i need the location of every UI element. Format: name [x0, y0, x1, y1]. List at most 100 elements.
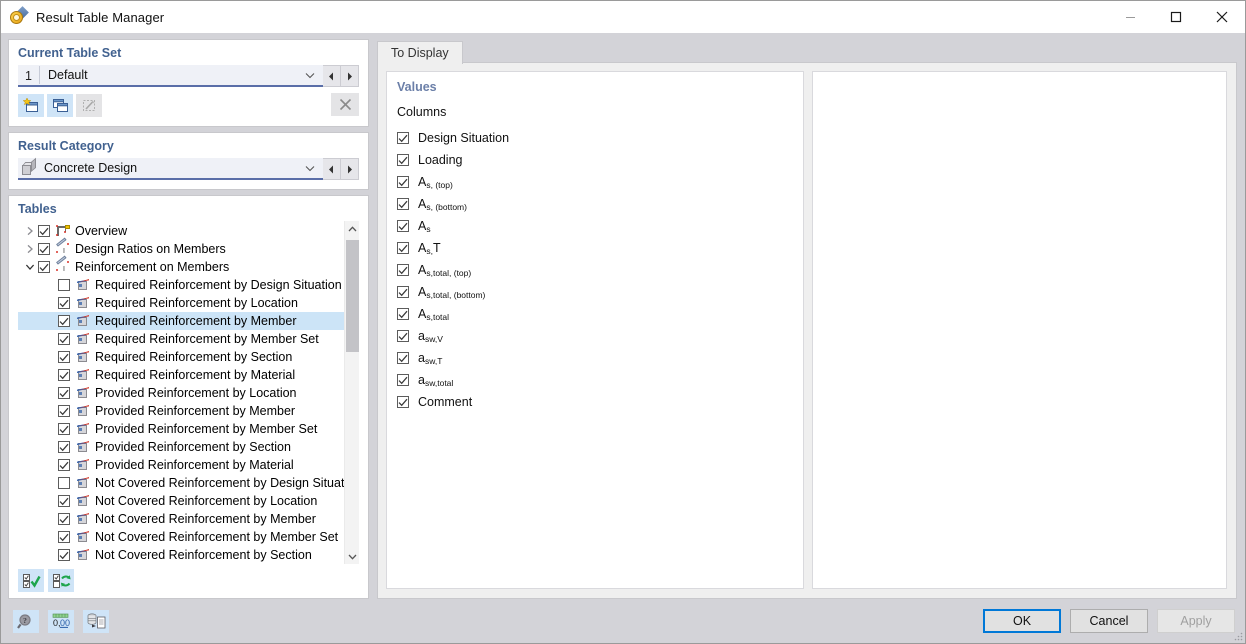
tables-tree[interactable]: OverviewIDesign Ratios on MembersIReinfo…	[18, 221, 344, 564]
table-item-checkbox[interactable]	[38, 225, 50, 237]
column-checkbox[interactable]	[397, 176, 409, 188]
table-tree-item[interactable]: Provided Reinforcement by Section	[18, 438, 344, 456]
table-tree-item[interactable]: Not Covered Reinforcement by Location	[18, 492, 344, 510]
column-checkbox-row[interactable]: As, (bottom)	[397, 193, 793, 215]
table-tree-item[interactable]: IDesign Ratios on Members	[18, 240, 344, 258]
table-set-prev-button[interactable]	[323, 65, 341, 87]
column-checkbox[interactable]	[397, 132, 409, 144]
table-item-checkbox[interactable]	[58, 279, 70, 291]
table-set-value: Default	[40, 68, 301, 82]
table-set-combo[interactable]: 1 Default	[18, 65, 323, 87]
number-format-button[interactable]: 0, 00	[48, 610, 74, 633]
table-tree-item[interactable]: Required Reinforcement by Member	[18, 312, 344, 330]
table-item-checkbox[interactable]	[58, 459, 70, 471]
column-checkbox[interactable]	[397, 308, 409, 320]
column-checkbox-row[interactable]: As,total	[397, 303, 793, 325]
column-checkbox-row[interactable]: As	[397, 215, 793, 237]
check-all-button[interactable]	[18, 569, 44, 592]
table-item-checkbox[interactable]	[58, 405, 70, 417]
scroll-up-button[interactable]	[345, 221, 360, 236]
result-category-next-button[interactable]	[341, 158, 359, 180]
column-checkbox-row[interactable]: As,total, (bottom)	[397, 281, 793, 303]
column-checkbox-row[interactable]: As, (top)	[397, 171, 793, 193]
table-item-checkbox[interactable]	[38, 261, 50, 273]
delete-table-set-button[interactable]	[331, 93, 359, 116]
table-item-checkbox[interactable]	[58, 531, 70, 543]
invert-selection-button[interactable]	[48, 569, 74, 592]
table-item-checkbox[interactable]	[58, 315, 70, 327]
column-checkbox[interactable]	[397, 198, 409, 210]
column-checkbox[interactable]	[397, 264, 409, 276]
minimize-button[interactable]	[1107, 1, 1153, 33]
table-item-checkbox[interactable]	[58, 387, 70, 399]
column-checkbox-row[interactable]: asw,V	[397, 325, 793, 347]
tree-expander[interactable]	[22, 226, 38, 236]
column-checkbox[interactable]	[397, 374, 409, 386]
checkmark-icon	[59, 353, 69, 362]
table-set-next-button[interactable]	[341, 65, 359, 87]
tables-scrollbar[interactable]	[344, 221, 359, 564]
table-item-checkbox[interactable]	[58, 333, 70, 345]
column-checkbox[interactable]	[397, 154, 409, 166]
column-checkbox-row[interactable]: asw,T	[397, 347, 793, 369]
new-table-set-button[interactable]	[18, 94, 44, 117]
table-item-checkbox[interactable]	[58, 441, 70, 453]
table-tree-item[interactable]: Required Reinforcement by Section	[18, 348, 344, 366]
table-tree-item[interactable]: Provided Reinforcement by Location	[18, 384, 344, 402]
table-tree-item[interactable]: Provided Reinforcement by Material	[18, 456, 344, 474]
column-checkbox[interactable]	[397, 352, 409, 364]
table-item-checkbox[interactable]	[58, 495, 70, 507]
column-checkbox[interactable]	[397, 220, 409, 232]
table-item-checkbox[interactable]	[58, 351, 70, 363]
table-tree-item[interactable]: Required Reinforcement by Design Situati…	[18, 276, 344, 294]
column-checkbox[interactable]	[397, 242, 409, 254]
maximize-button[interactable]	[1153, 1, 1199, 33]
table-tree-item[interactable]: Provided Reinforcement by Member Set	[18, 420, 344, 438]
column-checkbox-row[interactable]: Design Situation	[397, 127, 793, 149]
table-tree-item[interactable]: Overview	[18, 222, 344, 240]
table-tree-item[interactable]: IReinforcement on Members	[18, 258, 344, 276]
tree-expander[interactable]	[22, 263, 38, 271]
chevron-down-icon[interactable]	[301, 165, 319, 172]
table-tree-item[interactable]: Required Reinforcement by Member Set	[18, 330, 344, 348]
table-item-checkbox[interactable]	[58, 513, 70, 525]
table-tree-item[interactable]: Not Covered Reinforcement by Member	[18, 510, 344, 528]
table-item-checkbox[interactable]	[58, 477, 70, 489]
close-button[interactable]	[1199, 1, 1245, 33]
column-checkbox[interactable]	[397, 330, 409, 342]
checkmark-icon	[398, 266, 408, 275]
column-checkbox-row[interactable]: As,total, (top)	[397, 259, 793, 281]
table-tree-item[interactable]: Required Reinforcement by Location	[18, 294, 344, 312]
column-checkbox[interactable]	[397, 396, 409, 408]
scrollbar-track[interactable]	[345, 236, 360, 549]
cancel-button[interactable]: Cancel	[1070, 609, 1148, 633]
tab-to-display[interactable]: To Display	[377, 41, 463, 64]
table-tree-item[interactable]: Provided Reinforcement by Member	[18, 402, 344, 420]
ok-button[interactable]: OK	[983, 609, 1061, 633]
table-item-checkbox[interactable]	[58, 369, 70, 381]
result-category-prev-button[interactable]	[323, 158, 341, 180]
scrollbar-thumb[interactable]	[346, 240, 359, 352]
table-tree-item[interactable]: Not Covered Reinforcement by Member Set	[18, 528, 344, 546]
table-item-checkbox[interactable]	[58, 297, 70, 309]
table-tree-item[interactable]: Required Reinforcement by Material	[18, 366, 344, 384]
scroll-down-button[interactable]	[345, 549, 360, 564]
column-checkbox-row[interactable]: As,T	[397, 237, 793, 259]
column-checkbox-row[interactable]: Comment	[397, 391, 793, 413]
copy-table-set-button[interactable]	[47, 94, 73, 117]
tree-expander[interactable]	[22, 244, 38, 254]
resize-grip[interactable]	[1233, 631, 1243, 641]
result-category-combo[interactable]: Concrete Design	[18, 158, 323, 180]
help-button[interactable]: ?	[13, 610, 39, 633]
table-item-checkbox[interactable]	[58, 423, 70, 435]
table-tree-item[interactable]: Not Covered Reinforcement by Section	[18, 546, 344, 564]
chevron-down-icon[interactable]	[301, 72, 319, 79]
column-checkbox[interactable]	[397, 286, 409, 298]
table-item-checkbox[interactable]	[38, 243, 50, 255]
column-checkbox-row[interactable]: asw,total	[397, 369, 793, 391]
export-button[interactable]	[83, 610, 109, 633]
table-item-checkbox[interactable]	[58, 549, 70, 561]
column-checkbox-row[interactable]: Loading	[397, 149, 793, 171]
table-tree-item[interactable]: Not Covered Reinforcement by Design Situ…	[18, 474, 344, 492]
table-item-label: Not Covered Reinforcement by Member	[95, 512, 316, 526]
